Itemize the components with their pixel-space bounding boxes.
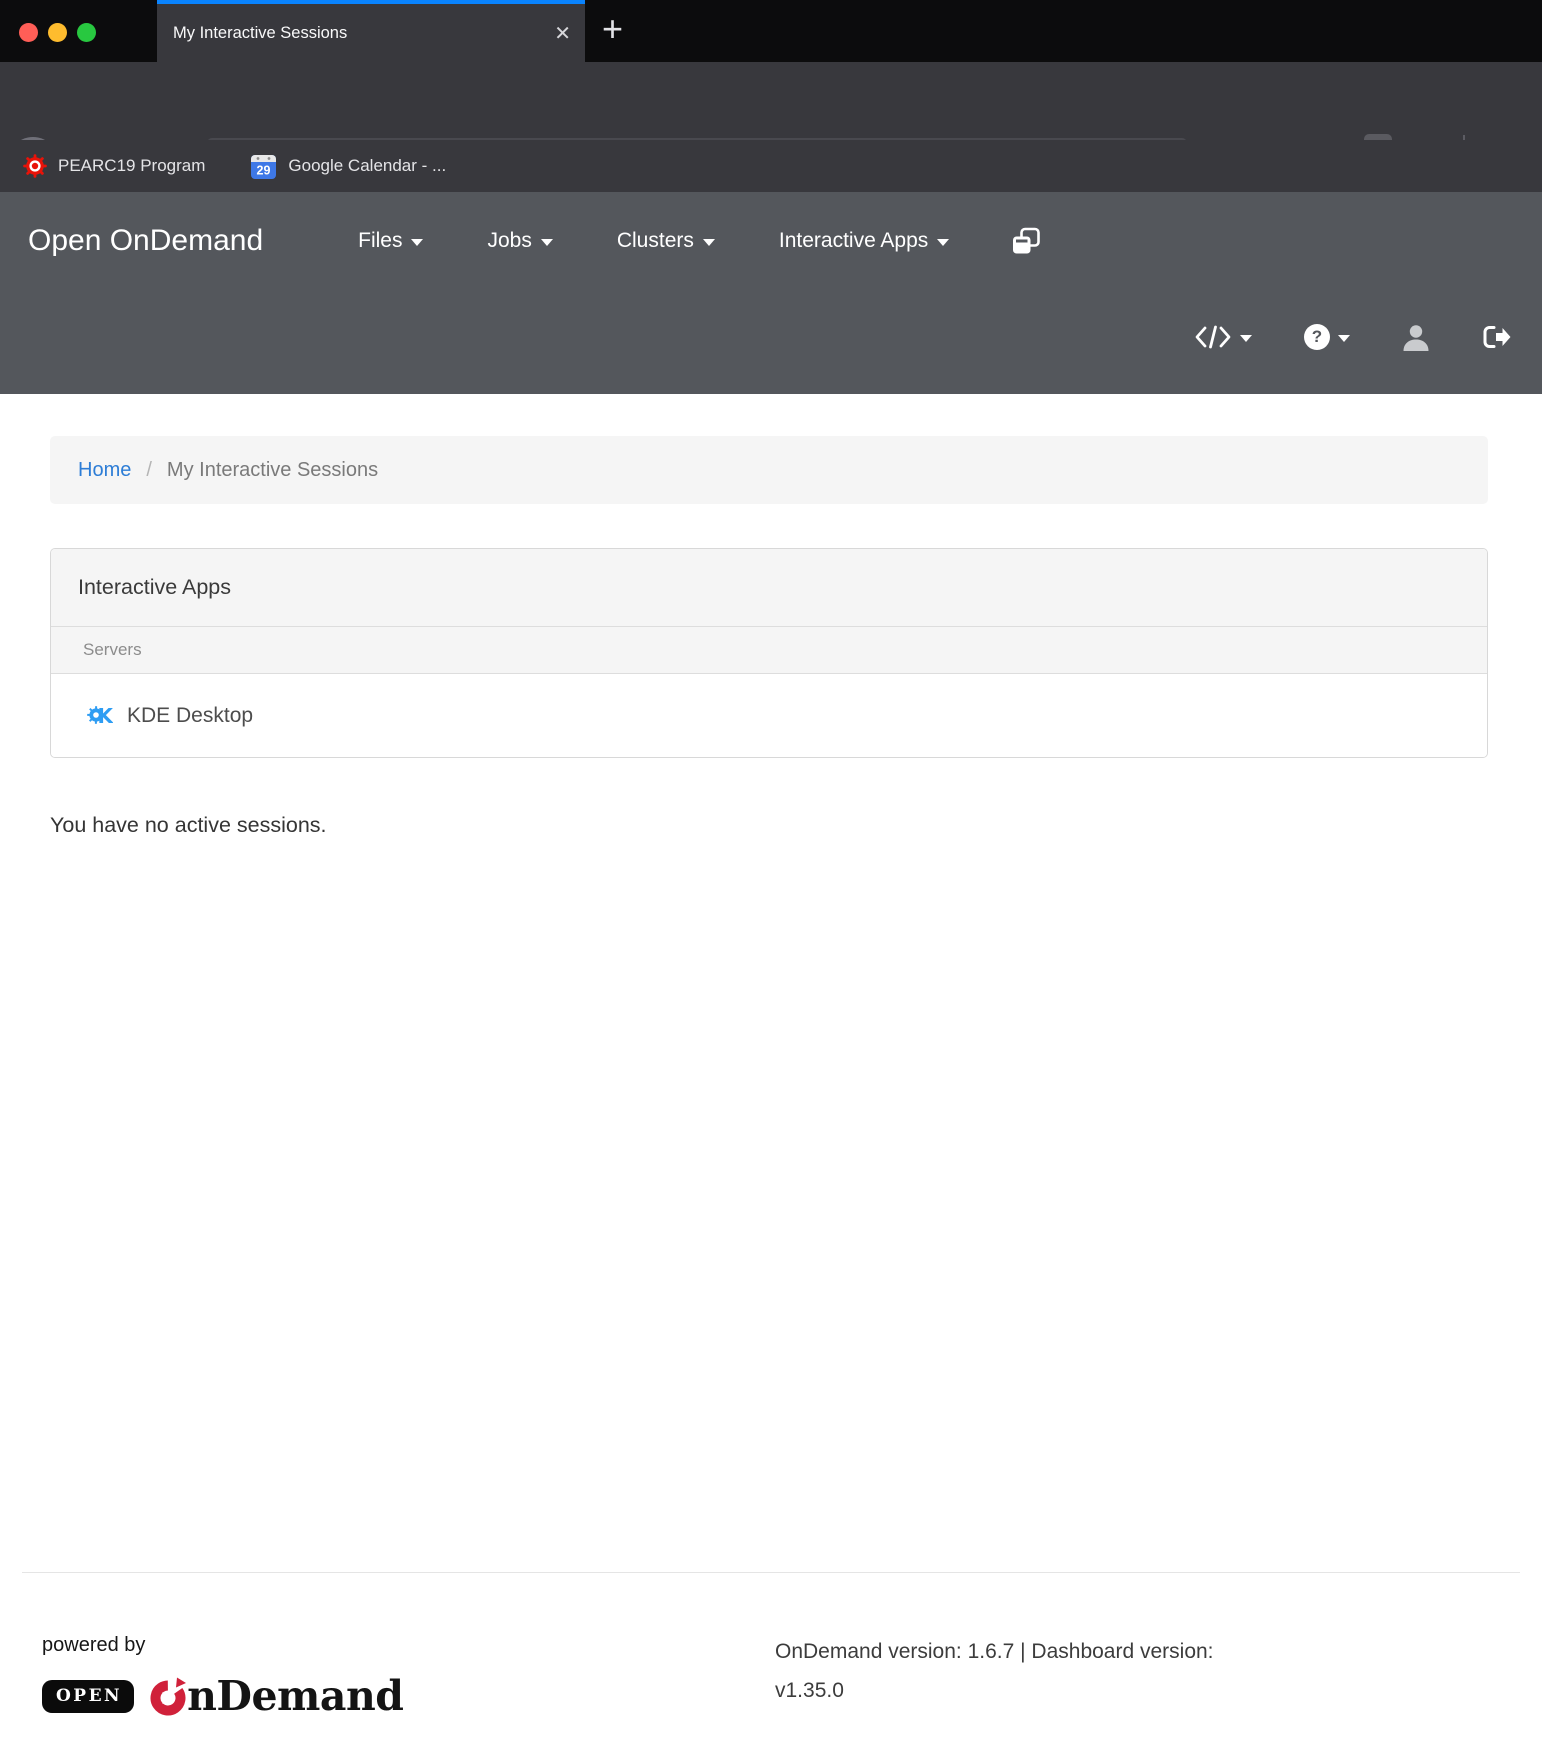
window-close-button[interactable] xyxy=(19,23,38,42)
nav-menu-jobs[interactable]: Jobs xyxy=(487,229,552,253)
tab-close-icon[interactable]: ✕ xyxy=(554,21,571,46)
ondemand-navbar: Open OnDemand Files Jobs Clusters Intera… xyxy=(0,192,1542,394)
nav-menu-label: Interactive Apps xyxy=(779,229,928,253)
page-footer: powered by OPEN nDemand OnDemand version… xyxy=(0,1572,1542,1573)
panel-title: Interactive Apps xyxy=(51,549,1487,627)
nav-menu-interactive-apps[interactable]: Interactive Apps xyxy=(779,229,949,253)
develop-menu-button[interactable] xyxy=(1194,324,1252,350)
nav-menu-files[interactable]: Files xyxy=(358,229,423,253)
navbar-brand[interactable]: Open OnDemand xyxy=(28,224,263,258)
page-content: Home / My Interactive Sessions Interacti… xyxy=(0,436,1542,838)
browser-toolbar: localhost :8080/pun/sys/dashboard/batch_… xyxy=(0,62,1542,140)
footer-branding: powered by OPEN nDemand xyxy=(42,1634,403,1720)
user-button[interactable] xyxy=(1402,323,1430,351)
browser-tab[interactable]: My Interactive Sessions ✕ xyxy=(157,0,585,62)
window-titlebar: My Interactive Sessions ✕ + xyxy=(0,0,1542,62)
ondemand-o-icon xyxy=(150,1675,186,1717)
user-icon xyxy=(1402,323,1430,351)
bookmark-google-calendar[interactable]: 29 Google Calendar - ... xyxy=(250,153,446,180)
nav-menu-clusters[interactable]: Clusters xyxy=(617,229,715,253)
panel-group-header: Servers xyxy=(51,627,1487,674)
help-icon: ? xyxy=(1304,324,1330,350)
ondemand-logo: OPEN nDemand xyxy=(42,1672,403,1720)
bookmarks-bar: PEARC19 Program 29 Google Calendar - ... xyxy=(0,140,1542,192)
calendar-icon: 29 xyxy=(250,153,277,180)
code-icon xyxy=(1194,324,1232,350)
nav-menu-label: Jobs xyxy=(487,229,531,253)
breadcrumb-separator: / xyxy=(146,459,152,482)
tab-title: My Interactive Sessions xyxy=(173,24,347,43)
app-label: KDE Desktop xyxy=(127,704,253,728)
version-line-2: v1.35.0 xyxy=(775,1671,1214,1710)
wordmark-text: nDemand xyxy=(187,1672,403,1720)
browser-chrome: My Interactive Sessions ✕ + xyxy=(0,0,1542,192)
help-menu-button[interactable]: ? xyxy=(1304,324,1350,350)
svg-text:29: 29 xyxy=(257,163,271,177)
navbar-main-row: Open OnDemand Files Jobs Clusters Intera… xyxy=(0,216,1041,266)
svg-text:K: K xyxy=(98,704,114,728)
bookmark-pearc19[interactable]: PEARC19 Program xyxy=(23,154,205,178)
nav-menu-label: Files xyxy=(358,229,402,253)
chevron-down-icon xyxy=(1338,335,1350,342)
pearc-gear-icon xyxy=(23,154,47,178)
kde-icon: K xyxy=(87,702,113,729)
chevron-down-icon xyxy=(1240,335,1252,342)
chevron-down-icon xyxy=(937,239,949,246)
new-tab-button[interactable]: + xyxy=(602,8,623,50)
interactive-apps-panel: Interactive Apps Servers K KDE Deskto xyxy=(50,548,1488,758)
windows-icon xyxy=(1011,227,1041,256)
empty-sessions-message: You have no active sessions. xyxy=(50,813,1542,838)
window-zoom-button[interactable] xyxy=(77,23,96,42)
bookmark-label: PEARC19 Program xyxy=(58,156,205,176)
traffic-lights xyxy=(19,23,96,42)
window-minimize-button[interactable] xyxy=(48,23,67,42)
logout-icon xyxy=(1482,324,1512,350)
chevron-down-icon xyxy=(541,239,553,246)
chevron-down-icon xyxy=(703,239,715,246)
bookmark-label: Google Calendar - ... xyxy=(288,156,446,176)
app-link-kde-desktop[interactable]: K KDE Desktop xyxy=(51,674,1487,757)
breadcrumb-current: My Interactive Sessions xyxy=(167,459,378,482)
my-sessions-button[interactable] xyxy=(1011,227,1041,256)
navbar-icon-row: ? xyxy=(1194,317,1512,357)
breadcrumb-home-link[interactable]: Home xyxy=(78,459,131,482)
version-line-1: OnDemand version: 1.6.7 | Dashboard vers… xyxy=(775,1632,1214,1671)
powered-by-text: powered by xyxy=(42,1634,403,1657)
footer-divider xyxy=(22,1572,1520,1573)
chevron-down-icon xyxy=(411,239,423,246)
nav-menu-label: Clusters xyxy=(617,229,694,253)
ondemand-wordmark: nDemand xyxy=(150,1672,403,1720)
open-badge: OPEN xyxy=(42,1680,134,1713)
logout-button[interactable] xyxy=(1482,324,1512,350)
version-info: OnDemand version: 1.6.7 | Dashboard vers… xyxy=(775,1632,1214,1710)
breadcrumb: Home / My Interactive Sessions xyxy=(50,436,1488,504)
